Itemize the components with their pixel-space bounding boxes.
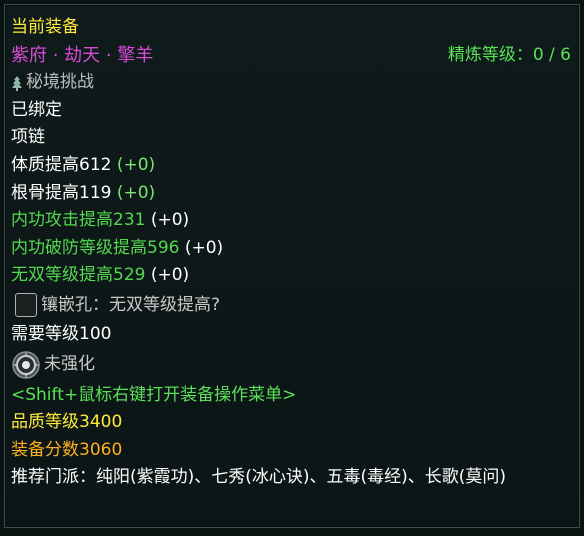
tooltip-content: 当前装备 紫府 · 劫天 · 擎羊 精炼等级：0 / 6 秘境挑战 已绑定 项链… — [11, 14, 571, 490]
stat-label: 体质提高612 — [11, 154, 112, 175]
recommended-school: 推荐门派：纯阳(紫霞功)、七秀(冰心诀)、五毒(毒经)、长歌(莫问) — [11, 467, 507, 488]
quality-level: 品质等级3400 — [11, 412, 123, 433]
socket-row: 镶嵌孔：无双等级提高? — [11, 290, 571, 321]
enhance-status: 未强化 — [44, 354, 95, 375]
stat-label: 内功攻击提高231 — [11, 210, 146, 231]
current-equip-title: 当前装备 — [11, 17, 79, 37]
stat-label: 根骨提高119 — [11, 182, 112, 203]
stat-bonus: (+0) — [150, 265, 190, 286]
stat-bonus: (+0) — [116, 154, 156, 175]
level-requirement: 需要等级100 — [11, 323, 112, 344]
disc-gear-icon — [11, 350, 41, 380]
shift-hint: <Shift+鼠标右键打开装备操作菜单> — [11, 384, 297, 405]
stat-label: 内功破防等级提高596 — [11, 237, 180, 258]
socket-text: 镶嵌孔：无双等级提高? — [41, 294, 221, 315]
stat-bonus: (+0) — [150, 210, 190, 231]
item-name: 紫府 · 劫天 · 擎羊 — [11, 44, 154, 66]
enhance-row: 未强化 — [11, 349, 571, 382]
pine-tree-icon — [11, 75, 23, 91]
equipment-tooltip: 当前装备 紫府 · 劫天 · 擎羊 精炼等级：0 / 6 秘境挑战 已绑定 项链… — [4, 4, 580, 528]
stat-label: 无双等级提高529 — [11, 265, 146, 286]
equip-score: 装备分数3060 — [11, 439, 123, 460]
empty-socket-icon[interactable] — [15, 293, 37, 318]
item-slot: 项链 — [11, 127, 45, 148]
stat-row: 体质提高612 (+0) — [11, 152, 571, 180]
stat-bonus: (+0) — [116, 182, 156, 203]
stat-bonus: (+0) — [184, 237, 224, 258]
item-source: 秘境挑战 — [11, 69, 571, 97]
refine-level: 精炼等级：0 / 6 — [447, 44, 571, 65]
stat-row: 无双等级提高529 (+0) — [11, 262, 571, 290]
stat-row: 根骨提高119 (+0) — [11, 180, 571, 208]
item-name-row: 紫府 · 劫天 · 擎羊 精炼等级：0 / 6 — [11, 42, 571, 70]
stat-row: 内功破防等级提高596 (+0) — [11, 235, 571, 263]
bind-status: 已绑定 — [11, 99, 62, 120]
item-source-label: 秘境挑战 — [26, 72, 94, 93]
stat-row: 内功攻击提高231 (+0) — [11, 207, 571, 235]
